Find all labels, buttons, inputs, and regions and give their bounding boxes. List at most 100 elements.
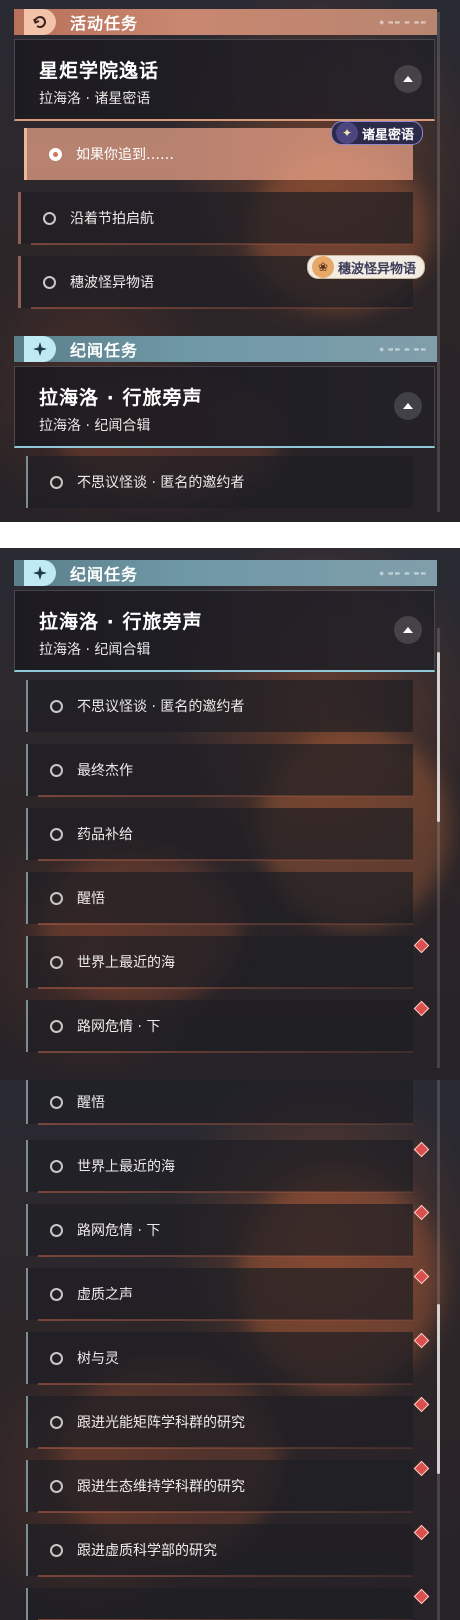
quest-item-label: 沿着节拍启航	[70, 211, 154, 227]
activity-quest-card[interactable]: 星炬学院逸话 拉海洛 · 诸星密语	[14, 39, 435, 121]
divider	[38, 1319, 413, 1321]
story-quest-item[interactable]: 醒悟	[26, 872, 413, 925]
story-quest-item[interactable]: 世界上最近的海	[26, 1140, 413, 1193]
collapse-arrow-icon[interactable]	[394, 65, 422, 93]
star-compass-icon: ✦	[336, 122, 358, 144]
story-quest-item[interactable]: 药品补给	[26, 808, 413, 861]
story-quest-item[interactable]: 路网危情 · 下	[26, 1204, 413, 1257]
quest-item-label: 虚质之声	[77, 1287, 133, 1303]
quest-card-title: 星炬学院逸话	[39, 60, 160, 82]
collapse-arrow-icon[interactable]	[394, 616, 422, 644]
quest-card-title: 拉海洛 · 行旅旁声	[39, 611, 203, 633]
story-quest-item[interactable]: 路网危情 · 下	[26, 1000, 413, 1053]
panel-activity-overview: 活动任务 ◆ ▬▬ ▬ ▬▬ 星炬学院逸话 拉海洛 · 诸星密语 如果你追到………	[0, 0, 460, 522]
quest-card-subtitle: 拉海洛 · 诸星密语	[39, 91, 151, 107]
header-decoration: ◆ ▬▬ ▬ ▬▬	[379, 18, 427, 26]
radio-icon	[50, 1287, 63, 1301]
quest-item-label: 药品补给	[77, 827, 133, 843]
divider	[38, 1051, 413, 1053]
quest-card-subtitle: 拉海洛 · 纪闻合辑	[39, 642, 151, 658]
story-quest-item[interactable]: 跟进光能矩阵学科群的研究	[26, 1396, 413, 1449]
story-quest-item[interactable]: 醒悟	[26, 1080, 413, 1125]
sparkle-icon	[24, 560, 56, 586]
panel-story-quests: 纪闻任务 ◆ ▬▬ ▬ ▬▬ 拉海洛 · 行旅旁声 拉海洛 · 纪闻合辑 不思议…	[0, 548, 460, 1080]
quest-card-title: 拉海洛 · 行旅旁声	[39, 387, 203, 409]
quest-item-label: 跟进生态维持学科群的研究	[77, 1479, 245, 1495]
quest-item-label: 世界上最近的海	[77, 955, 175, 971]
radio-icon	[50, 1479, 63, 1493]
quest-item-label: 穗波怪异物语	[70, 275, 154, 291]
divider	[38, 1575, 413, 1577]
wave-tag: ❀ 穗波怪异物语	[307, 255, 426, 279]
story-quest-item-partial[interactable]	[26, 1588, 413, 1620]
story-quest-item[interactable]: 跟进虚质科学部的研究	[26, 1524, 413, 1577]
story-quest-item[interactable]: 不思议怪谈 · 匿名的邀约者	[26, 680, 413, 732]
radio-icon	[43, 211, 56, 225]
radio-icon	[50, 1159, 63, 1173]
quest-item-label: 跟进光能矩阵学科群的研究	[77, 1415, 245, 1431]
story-quest-item[interactable]: 树与灵	[26, 1332, 413, 1385]
star-tag-label: 诸星密语	[362, 127, 415, 143]
divider	[38, 795, 413, 797]
divider	[38, 1255, 413, 1257]
story-quest-item[interactable]: 最终杰作	[26, 744, 413, 797]
quest-item-label: 路网危情 · 下	[77, 1019, 161, 1035]
divider	[38, 923, 413, 925]
panel-story-quests-scrolled: 醒悟 世界上最近的海 路网危情 · 下 虚质之声 树与灵 跟进光能矩阵学科群的研…	[0, 1080, 460, 1620]
divider	[38, 1191, 413, 1193]
radio-icon	[50, 1415, 63, 1429]
activity-quest-header-title: 活动任务	[70, 14, 139, 33]
story-quest-header-title: 纪闻任务	[70, 565, 139, 584]
quest-item-label: 不思议怪谈 · 匿名的邀约者	[77, 475, 245, 491]
radio-icon	[50, 699, 63, 713]
quest-item-label: 跟进虚质科学部的研究	[77, 1543, 217, 1559]
quest-item-label: 树与灵	[77, 1351, 119, 1367]
quest-item-label: 最终杰作	[77, 763, 133, 779]
radio-icon	[50, 475, 63, 489]
header-decoration: ◆ ▬▬ ▬ ▬▬	[379, 345, 427, 353]
quest-item-label: 如果你追到……	[76, 147, 174, 163]
collapse-arrow-icon[interactable]	[394, 392, 422, 420]
scrollbar-thumb[interactable]	[437, 652, 440, 822]
divider	[38, 1383, 413, 1385]
story-quest-header: 纪闻任务 ◆ ▬▬ ▬ ▬▬	[14, 560, 437, 586]
quest-item-label: 路网危情 · 下	[77, 1223, 161, 1239]
radio-icon	[50, 1543, 63, 1557]
screenshot-gap	[0, 522, 460, 548]
story-quest-card[interactable]: 拉海洛 · 行旅旁声 拉海洛 · 纪闻合辑	[14, 590, 435, 672]
header-decoration: ◆ ▬▬ ▬ ▬▬	[379, 569, 427, 577]
radio-icon	[50, 955, 63, 969]
radio-icon	[50, 1019, 63, 1033]
activity-quest-icon	[24, 9, 56, 35]
divider	[38, 859, 413, 861]
divider	[38, 1511, 413, 1513]
story-quest-card[interactable]: 拉海洛 · 行旅旁声 拉海洛 · 纪闻合辑	[14, 366, 435, 448]
quest-item-label: 醒悟	[77, 891, 105, 907]
divider	[38, 1447, 413, 1449]
quest-item-label: 不思议怪谈 · 匿名的邀约者	[77, 699, 245, 715]
radio-icon	[50, 827, 63, 841]
radio-icon	[50, 891, 63, 905]
quest-card-subtitle: 拉海洛 · 纪闻合辑	[39, 418, 151, 434]
story-quest-item[interactable]: 虚质之声	[26, 1268, 413, 1321]
divider	[31, 307, 413, 309]
wave-tag-label: 穗波怪异物语	[338, 261, 417, 277]
radio-icon	[50, 763, 63, 777]
divider	[31, 243, 413, 245]
activity-quest-item[interactable]: 沿着节拍启航	[18, 192, 413, 245]
story-quest-header: 纪闻任务 ◆ ▬▬ ▬ ▬▬	[14, 336, 437, 362]
scrollbar-thumb[interactable]	[437, 1304, 440, 1474]
radio-icon	[43, 275, 56, 289]
radio-icon	[50, 1223, 63, 1237]
star-tag: ✦ 诸星密语	[331, 121, 424, 145]
activity-quest-header: 活动任务 ◆ ▬▬ ▬ ▬▬	[14, 9, 437, 35]
story-quest-item[interactable]: 不思议怪谈 · 匿名的邀约者	[26, 456, 413, 508]
radio-selected-icon	[49, 147, 62, 161]
story-quest-header-title: 纪闻任务	[70, 341, 139, 360]
divider	[38, 1123, 413, 1125]
sparkle-icon	[24, 336, 56, 362]
scroll-track	[437, 12, 440, 512]
story-quest-item[interactable]: 跟进生态维持学科群的研究	[26, 1460, 413, 1513]
radio-icon	[50, 1095, 63, 1109]
story-quest-item[interactable]: 世界上最近的海	[26, 936, 413, 989]
